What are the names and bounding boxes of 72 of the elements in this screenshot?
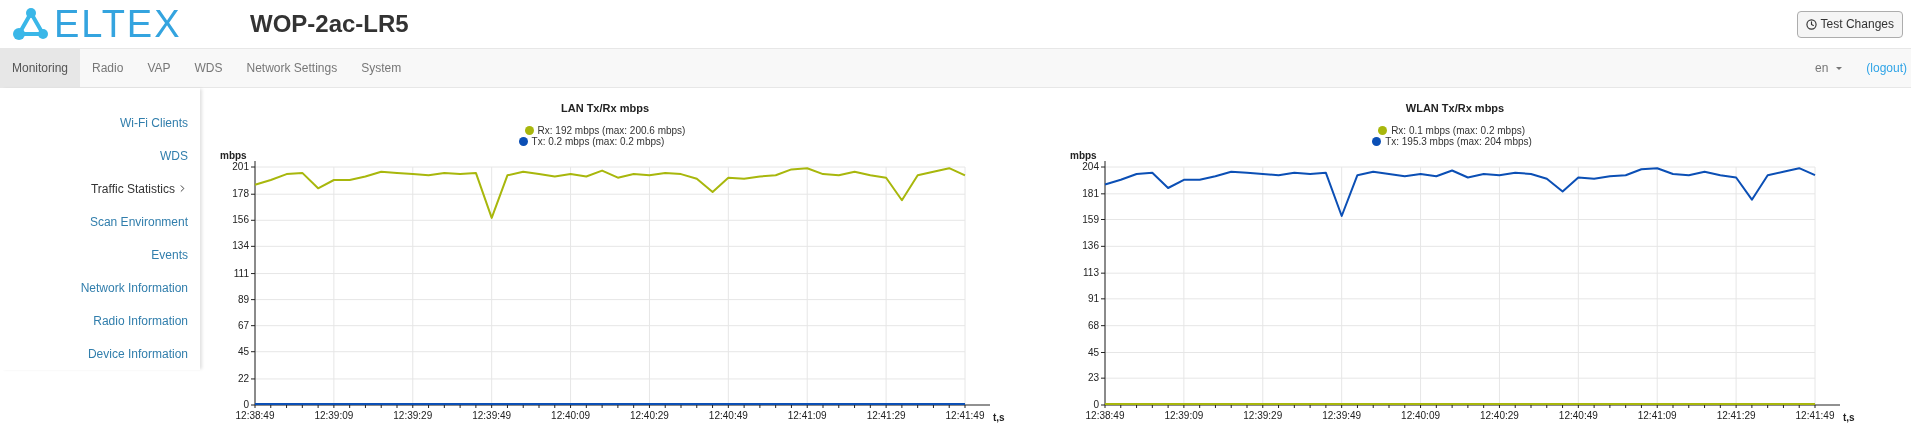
sidebar-item[interactable]: Events xyxy=(151,238,200,271)
x-tick-label: 12:41:49 xyxy=(1795,409,1835,421)
y-tick-label: 201 xyxy=(232,160,249,172)
y-axis-label: mbps xyxy=(220,149,247,161)
y-tick-label: 136 xyxy=(1082,239,1099,251)
x-tick-label: 12:41:29 xyxy=(1716,409,1756,421)
sidebar-item[interactable]: Radio Information xyxy=(93,304,200,337)
x-tick-label: 12:39:29 xyxy=(393,409,433,421)
y-tick-label: 68 xyxy=(1087,319,1099,331)
x-tick-label: 12:38:49 xyxy=(235,409,275,421)
nav-tab[interactable]: WDS xyxy=(182,49,235,87)
x-tick-label: 12:39:09 xyxy=(314,409,354,421)
sidebar-item[interactable]: Scan Environment xyxy=(89,205,200,238)
sidebar-item[interactable]: Network Information xyxy=(80,271,200,304)
chart-title: WLAN Tx/Rx mbps xyxy=(1405,101,1505,116)
nav-tab[interactable]: Network Settings xyxy=(234,49,350,87)
x-axis-label: t,s xyxy=(1843,411,1855,423)
clock-icon xyxy=(1805,18,1817,30)
legend-text: Rx: 0.1 mbps (max: 0.2 mbps) xyxy=(1391,124,1526,136)
y-tick-label: 111 xyxy=(233,267,249,279)
sidebar-item[interactable]: Device Information xyxy=(87,337,200,370)
sidebar-item[interactable]: Traffic Statistics xyxy=(90,172,200,205)
logo-icon xyxy=(12,7,50,41)
x-tick-label: 12:40:09 xyxy=(551,409,590,421)
x-axis-label: t,s xyxy=(993,411,1005,423)
y-tick-label: 204 xyxy=(1082,160,1099,172)
x-tick-label: 12:39:49 xyxy=(472,409,512,421)
legend-text: Rx: 192 mbps (max: 200.6 mbps) xyxy=(537,124,686,136)
y-tick-label: 134 xyxy=(232,239,249,251)
caret-icon xyxy=(1836,66,1843,70)
y-tick-label: 181 xyxy=(1082,187,1099,199)
sidebar-item[interactable]: WDS xyxy=(160,139,200,172)
test-changes-button[interactable]: Test Changes xyxy=(1796,10,1903,38)
x-tick-label: 12:38:49 xyxy=(1085,409,1125,421)
x-tick-label: 12:40:49 xyxy=(1558,409,1598,421)
x-tick-label: 12:41:49 xyxy=(945,409,985,421)
y-tick-label: 159 xyxy=(1082,213,1099,224)
legend-text: Tx: 0.2 mbps (max: 0.2 mbps) xyxy=(531,135,665,147)
y-tick-label: 0 xyxy=(243,398,249,410)
x-tick-label: 12:40:09 xyxy=(1401,409,1440,421)
sidebar-item[interactable]: Wi-Fi Clients xyxy=(120,106,200,139)
y-tick-label: 0 xyxy=(1093,398,1099,410)
nav-tab[interactable]: System xyxy=(349,49,414,87)
y-axis-label: mbps xyxy=(1070,149,1097,161)
x-tick-label: 12:41:09 xyxy=(1637,409,1677,421)
x-tick-label: 12:39:29 xyxy=(1243,409,1283,421)
nav-tab[interactable]: Monitoring xyxy=(0,49,81,87)
x-tick-label: 12:39:09 xyxy=(1164,409,1204,421)
y-tick-label: 113 xyxy=(1083,266,1099,278)
y-tick-label: 91 xyxy=(1087,292,1099,304)
device-title: WOP-2ac-LR5 xyxy=(250,9,409,39)
y-tick-label: 45 xyxy=(237,345,249,357)
logout-link[interactable]: (logout) xyxy=(1866,59,1907,77)
y-tick-label: 22 xyxy=(237,372,249,384)
x-tick-label: 12:40:49 xyxy=(708,409,748,421)
y-tick-label: 45 xyxy=(1087,346,1099,357)
y-tick-label: 89 xyxy=(237,293,249,305)
y-tick-label: 178 xyxy=(232,187,249,199)
y-tick-label: 23 xyxy=(1087,371,1099,383)
language-dropdown[interactable]: en xyxy=(1814,59,1843,77)
x-tick-label: 12:41:09 xyxy=(787,409,827,421)
logo-text: ELTEX xyxy=(54,5,182,43)
x-tick-label: 12:40:29 xyxy=(630,409,669,421)
legend-text: Tx: 195.3 mbps (max: 204 mbps) xyxy=(1385,135,1532,147)
x-tick-label: 12:41:29 xyxy=(866,409,906,421)
x-tick-label: 12:40:29 xyxy=(1480,409,1519,421)
nav-tab[interactable]: Radio xyxy=(80,49,136,87)
nav-tab[interactable]: VAP xyxy=(135,49,183,87)
y-tick-label: 156 xyxy=(232,213,249,225)
chart-title: LAN Tx/Rx mbps xyxy=(561,101,649,116)
y-tick-label: 67 xyxy=(237,319,249,331)
x-tick-label: 12:39:49 xyxy=(1322,409,1362,421)
